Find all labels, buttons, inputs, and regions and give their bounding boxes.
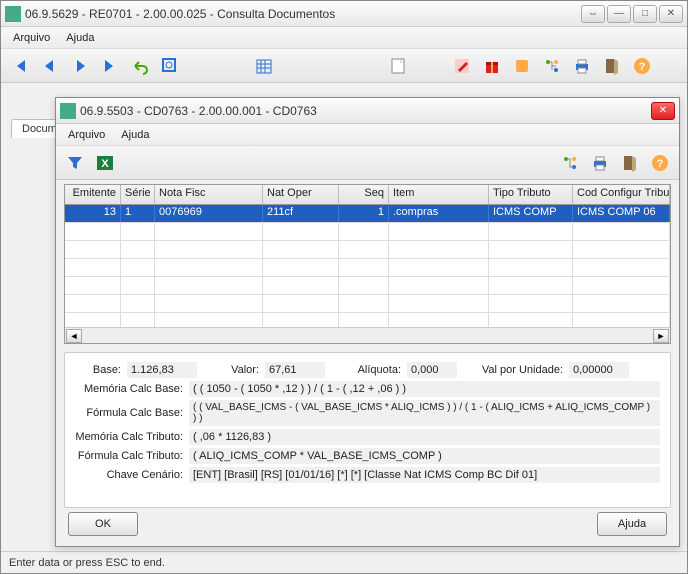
minimize-btn[interactable]: — [607,5,631,23]
excel-icon[interactable]: X [92,150,118,176]
form-trib-value: ( ALIQ_ICMS_COMP * VAL_BASE_ICMS_COMP ) [189,448,660,464]
mem-trib-value: ( ,06 * 1126,83 ) [189,429,660,445]
aliq-label: Alíquota: [331,364,401,376]
help-icon[interactable]: ? [629,53,655,79]
chave-label: Chave Cenário: [75,469,183,481]
col-seq[interactable]: Seq [339,185,389,204]
svg-text:X: X [101,158,109,170]
dialog-menu-arquivo[interactable]: Arquivo [60,127,113,143]
dialog-menu-ajuda[interactable]: Ajuda [113,127,157,143]
svg-text:?: ? [657,158,664,170]
col-item[interactable]: Item [389,185,489,204]
menu-arquivo[interactable]: Arquivo [5,30,58,46]
ok-button[interactable]: OK [68,512,138,536]
main-titlebar: 06.9.5629 - RE0701 - 2.00.00.025 - Consu… [1,1,687,27]
menu-ajuda[interactable]: Ajuda [58,30,102,46]
app-icon [5,6,21,22]
restore-btn[interactable]: ⇔ [581,5,605,23]
prev-icon[interactable] [37,53,63,79]
status-bar: Enter data or press ESC to end. [1,551,687,573]
dialog-exit-icon[interactable] [617,150,643,176]
exit-icon[interactable] [599,53,625,79]
maximize-btn[interactable]: □ [633,5,657,23]
mem-trib-label: Memória Calc Tributo: [75,431,183,443]
doc-icon[interactable] [385,53,411,79]
undo-icon[interactable] [127,53,153,79]
first-icon[interactable] [7,53,33,79]
scroll-right-icon[interactable]: ► [653,329,669,343]
ajuda-button[interactable]: Ajuda [597,512,667,536]
tree-icon[interactable] [539,53,565,79]
col-nat[interactable]: Nat Oper [263,185,339,204]
svg-text:?: ? [639,61,646,73]
data-grid[interactable]: Emitente Série Nota Fisc Nat Oper Seq It… [64,184,671,344]
dialog-tree-icon[interactable] [557,150,583,176]
dialog-print-icon[interactable] [587,150,613,176]
gift-icon[interactable] [479,53,505,79]
dialog-help-icon[interactable]: ? [647,150,673,176]
filter-icon[interactable] [62,150,88,176]
last-icon[interactable] [97,53,123,79]
h-scrollbar[interactable]: ◄ ► [65,327,670,343]
aliq-value: 0,000 [407,362,457,378]
base-label: Base: [75,364,121,376]
next-icon[interactable] [67,53,93,79]
mem-base-label: Memória Calc Base: [75,383,183,395]
col-nota[interactable]: Nota Fisc [155,185,263,204]
dialog-close-btn[interactable]: ✕ [651,102,675,120]
col-cod[interactable]: Cod Configur Tribu [573,185,670,204]
mem-base-value: ( ( 1050 - ( 1050 * ,12 ) ) / ( 1 - ( ,1… [189,381,660,397]
dialog-toolbar: X ? [56,146,679,180]
col-serie[interactable]: Série [121,185,155,204]
close-btn[interactable]: ✕ [659,5,683,23]
search-icon[interactable] [157,53,183,79]
folder-icon[interactable] [509,53,535,79]
table-row[interactable]: 13 1 0076969 211cf 1 .compras ICMS COMP … [65,205,670,223]
dialog-titlebar: 06.9.5503 - CD0763 - 2.00.00.001 - CD076… [56,98,679,124]
valun-label: Val por Unidade: [463,364,563,376]
main-menubar: Arquivo Ajuda [1,27,687,49]
form-base-value: ( ( VAL_BASE_ICMS - ( VAL_BASE_ICMS * AL… [189,400,660,426]
edit-icon[interactable] [449,53,475,79]
form-trib-label: Fórmula Calc Tributo: [75,450,183,462]
status-text: Enter data or press ESC to end. [9,557,165,569]
main-toolbar: ? [1,49,687,83]
valor-label: Valor: [203,364,259,376]
dialog-title: 06.9.5503 - CD0763 - 2.00.00.001 - CD076… [80,104,651,118]
dialog-icon [60,103,76,119]
dialog-menubar: Arquivo Ajuda [56,124,679,146]
form-base-label: Fórmula Calc Base: [75,407,183,419]
scroll-left-icon[interactable]: ◄ [66,329,82,343]
dialog-window: 06.9.5503 - CD0763 - 2.00.00.001 - CD076… [55,97,680,547]
print-icon[interactable] [569,53,595,79]
col-emitente[interactable]: Emitente [65,185,121,204]
col-tipo[interactable]: Tipo Tributo [489,185,573,204]
main-title: 06.9.5629 - RE0701 - 2.00.00.025 - Consu… [25,7,581,21]
chave-value: [ENT] [Brasil] [RS] [01/01/16] [*] [*] [… [189,467,660,483]
calendar-icon[interactable] [251,53,277,79]
base-value: 1.126,83 [127,362,197,378]
valor-value: 67,61 [265,362,325,378]
valun-value: 0,00000 [569,362,629,378]
